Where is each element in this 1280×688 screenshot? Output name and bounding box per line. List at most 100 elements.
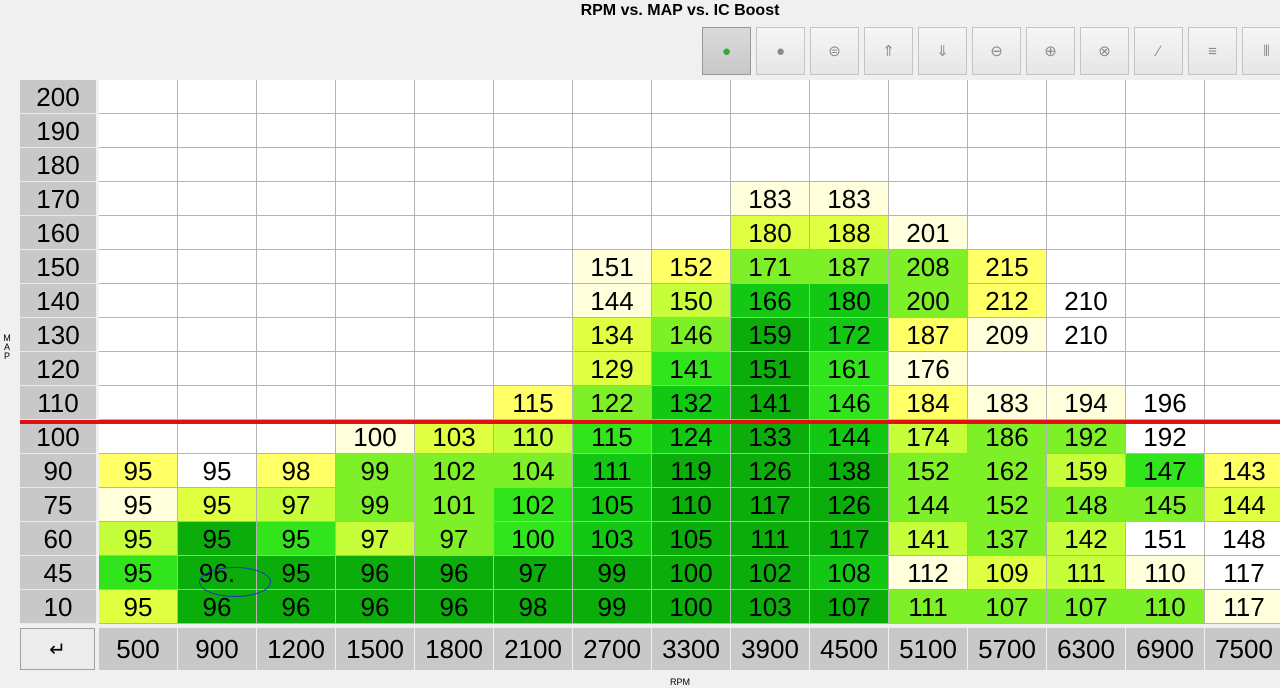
- table-cell[interactable]: 200: [889, 284, 968, 318]
- table-cell[interactable]: [731, 114, 810, 148]
- table-cell[interactable]: [415, 284, 494, 318]
- table-cell[interactable]: [1126, 352, 1205, 386]
- table-cell[interactable]: [494, 284, 573, 318]
- table-cell[interactable]: [1205, 80, 1280, 114]
- table-cell[interactable]: [99, 182, 178, 216]
- table-cell[interactable]: [178, 318, 257, 352]
- table-cell[interactable]: 146: [810, 386, 889, 420]
- table-cell[interactable]: 148: [1047, 488, 1126, 522]
- table-cell[interactable]: [1047, 216, 1126, 250]
- table-cell[interactable]: 115: [573, 420, 652, 454]
- table-cell[interactable]: 97: [415, 522, 494, 556]
- table-cell[interactable]: 96: [415, 590, 494, 624]
- toolbar-button-download[interactable]: ⇓: [918, 27, 967, 75]
- table-cell[interactable]: [889, 80, 968, 114]
- table-cell[interactable]: [178, 352, 257, 386]
- table-cell[interactable]: 141: [652, 352, 731, 386]
- table-cell[interactable]: 100: [652, 590, 731, 624]
- table-cell[interactable]: [336, 386, 415, 420]
- table-cell[interactable]: 180: [810, 284, 889, 318]
- table-cell[interactable]: [99, 80, 178, 114]
- table-cell[interactable]: 100: [336, 420, 415, 454]
- table-cell[interactable]: 209: [968, 318, 1047, 352]
- table-cell[interactable]: 192: [1126, 420, 1205, 454]
- table-cell[interactable]: [1205, 114, 1280, 148]
- table-cell[interactable]: [1205, 250, 1280, 284]
- table-cell[interactable]: [1047, 352, 1126, 386]
- table-cell[interactable]: [178, 80, 257, 114]
- table-cell[interactable]: 212: [968, 284, 1047, 318]
- table-cell[interactable]: [1205, 148, 1280, 182]
- table-cell[interactable]: 215: [968, 250, 1047, 284]
- table-cell[interactable]: [178, 148, 257, 182]
- table-cell[interactable]: 180: [731, 216, 810, 250]
- table-cell[interactable]: 105: [573, 488, 652, 522]
- table-cell[interactable]: 210: [1047, 284, 1126, 318]
- table-cell[interactable]: [336, 284, 415, 318]
- table-cell[interactable]: 144: [810, 420, 889, 454]
- table-cell[interactable]: [1205, 182, 1280, 216]
- table-cell[interactable]: [257, 420, 336, 454]
- table-cell[interactable]: [1126, 80, 1205, 114]
- table-cell[interactable]: [99, 250, 178, 284]
- table-cell[interactable]: [1126, 284, 1205, 318]
- table-cell[interactable]: [336, 148, 415, 182]
- table-cell[interactable]: [415, 182, 494, 216]
- table-cell[interactable]: [178, 114, 257, 148]
- table-cell[interactable]: [1126, 216, 1205, 250]
- table-cell[interactable]: [336, 182, 415, 216]
- table-cell[interactable]: 96: [415, 556, 494, 590]
- table-cell[interactable]: 137: [968, 522, 1047, 556]
- table-cell[interactable]: 142: [1047, 522, 1126, 556]
- table-cell[interactable]: 183: [731, 182, 810, 216]
- table-cell[interactable]: [257, 148, 336, 182]
- table-cell[interactable]: 97: [494, 556, 573, 590]
- table-cell[interactable]: 166: [731, 284, 810, 318]
- table-cell[interactable]: [257, 284, 336, 318]
- table-cell[interactable]: [99, 318, 178, 352]
- table-cell[interactable]: [1126, 148, 1205, 182]
- table-cell[interactable]: 187: [810, 250, 889, 284]
- table-cell[interactable]: [178, 386, 257, 420]
- table-cell[interactable]: 184: [889, 386, 968, 420]
- table-cell[interactable]: 144: [889, 488, 968, 522]
- table-cell[interactable]: [889, 148, 968, 182]
- table-cell[interactable]: [257, 318, 336, 352]
- toolbar-button-equal[interactable]: ⊜: [810, 27, 859, 75]
- table-cell[interactable]: [1047, 182, 1126, 216]
- table-cell[interactable]: [652, 216, 731, 250]
- table-cell[interactable]: 102: [415, 454, 494, 488]
- table-cell[interactable]: [1126, 318, 1205, 352]
- table-cell[interactable]: 151: [573, 250, 652, 284]
- table-cell[interactable]: 119: [652, 454, 731, 488]
- table-cell[interactable]: 107: [810, 590, 889, 624]
- table-cell[interactable]: [415, 352, 494, 386]
- table-cell[interactable]: 96: [257, 590, 336, 624]
- table-cell[interactable]: 152: [968, 488, 1047, 522]
- table-cell[interactable]: [731, 80, 810, 114]
- table-cell[interactable]: [415, 250, 494, 284]
- table-cell[interactable]: 101: [415, 488, 494, 522]
- table-cell[interactable]: [257, 114, 336, 148]
- table-cell[interactable]: [494, 318, 573, 352]
- table-cell[interactable]: [494, 80, 573, 114]
- toolbar-button-record[interactable]: ●: [756, 27, 805, 75]
- table-cell[interactable]: [336, 318, 415, 352]
- table-cell[interactable]: 111: [1047, 556, 1126, 590]
- table-cell[interactable]: 96: [336, 556, 415, 590]
- table-cell[interactable]: [257, 80, 336, 114]
- axis-swap-button[interactable]: ↵: [20, 628, 95, 670]
- table-cell[interactable]: 111: [731, 522, 810, 556]
- table-cell[interactable]: [415, 114, 494, 148]
- table-cell[interactable]: 97: [257, 488, 336, 522]
- table-cell[interactable]: [415, 148, 494, 182]
- table-cell[interactable]: [968, 216, 1047, 250]
- table-cell[interactable]: [494, 216, 573, 250]
- table-cell[interactable]: 187: [889, 318, 968, 352]
- table-cell[interactable]: 159: [1047, 454, 1126, 488]
- table-cell[interactable]: 95: [178, 454, 257, 488]
- table-cell[interactable]: 210: [1047, 318, 1126, 352]
- table-cell[interactable]: 159: [731, 318, 810, 352]
- table-cell[interactable]: [336, 250, 415, 284]
- table-cell[interactable]: [1205, 386, 1280, 420]
